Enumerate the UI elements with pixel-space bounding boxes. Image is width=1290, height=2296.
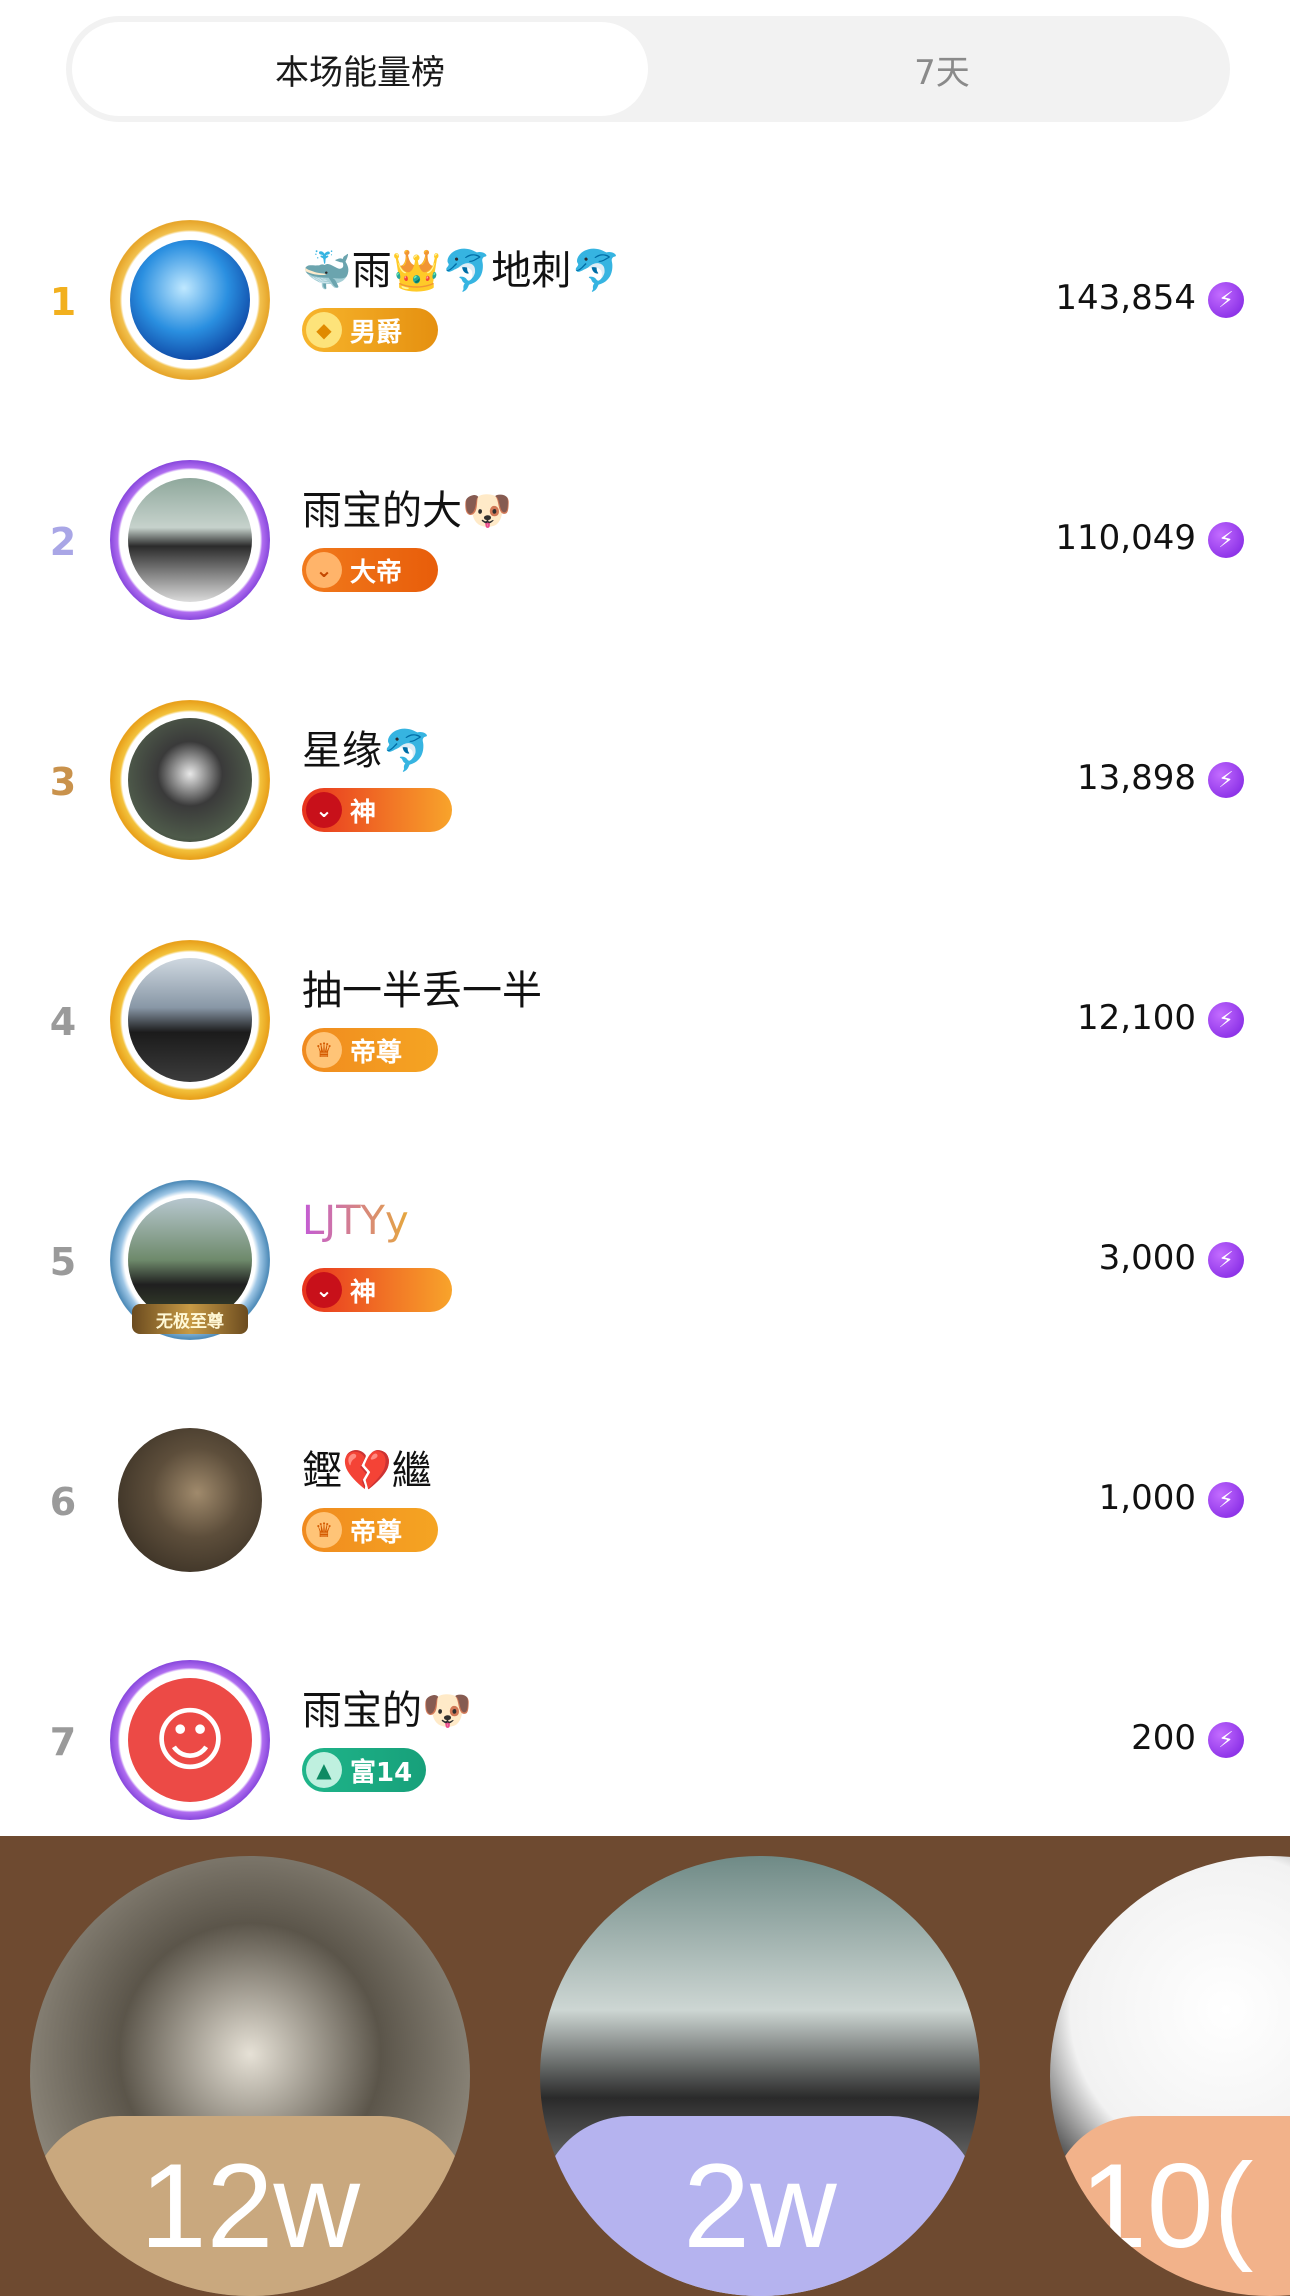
contributor-amount: 10(: [1050, 2116, 1290, 2296]
tab-7-days[interactable]: 7天: [654, 16, 1230, 122]
user-name: 雨宝的🐶: [302, 1688, 472, 1734]
rank-number: 5: [49, 1240, 77, 1284]
lightning-bolt-icon: ⚡: [1208, 1722, 1244, 1758]
avatar[interactable]: [110, 940, 270, 1100]
ranking-row[interactable]: 6 鏗💔繼 ♛ 帝尊 1,000 ⚡: [0, 1380, 1290, 1620]
lightning-bolt-icon: ⚡: [1208, 282, 1244, 318]
lightning-bolt-icon: ⚡: [1208, 762, 1244, 798]
contributor-amount: 2w: [540, 2116, 980, 2296]
level-badge-label: 神: [350, 797, 377, 828]
energy-score: 1,000: [1098, 1478, 1196, 1518]
ranking-tabs: 本场能量榜 7天: [66, 16, 1230, 122]
rank-number: 4: [49, 1000, 77, 1044]
ranking-list: 1 🐳雨👑🐬地刺🐬 ◆ 男爵 143,854 ⚡ 2 雨宝的大🐶 ⌄ 大帝 11…: [0, 180, 1290, 1836]
energy-score: 110,049: [1055, 518, 1196, 558]
lightning-bolt-icon: ⚡: [1208, 1482, 1244, 1518]
user-name: 抽一半丢一半: [302, 968, 542, 1014]
user-name: 鏗💔繼: [302, 1448, 432, 1494]
chevron-down-icon: ⌄: [306, 1272, 342, 1308]
energy-score: 13,898: [1077, 758, 1196, 798]
wink-face-icon: ☺: [128, 1678, 252, 1802]
crown-icon: ♛: [306, 1512, 342, 1548]
frame-label: 无极至尊: [132, 1304, 248, 1334]
crown-icon: ♛: [306, 1032, 342, 1068]
rank-number: 1: [49, 280, 77, 324]
ranking-row[interactable]: 1 🐳雨👑🐬地刺🐬 ◆ 男爵 143,854 ⚡: [0, 180, 1290, 420]
avatar[interactable]: ☺: [110, 1660, 270, 1820]
tab-session-energy[interactable]: 本场能量榜: [72, 22, 648, 116]
level-badge: ⌄ 大帝: [302, 548, 438, 592]
rank-number: 3: [49, 760, 77, 804]
ranking-row[interactable]: 5 无极至尊 LJTYy ⌄ 神 3,000 ⚡: [0, 1140, 1290, 1380]
lightning-bolt-icon: ⚡: [1208, 522, 1244, 558]
level-badge: ⌄ 神: [302, 788, 452, 832]
level-badge-label: 帝尊: [350, 1517, 403, 1548]
lightning-bolt-icon: ⚡: [1208, 1242, 1244, 1278]
avatar[interactable]: 无极至尊: [110, 1180, 270, 1340]
energy-score: 200: [1131, 1718, 1196, 1758]
lightning-bolt-icon: ⚡: [1208, 1002, 1244, 1038]
energy-score: 143,854: [1055, 278, 1196, 318]
user-name: LJTYy: [302, 1198, 409, 1244]
level-badge: ♛ 帝尊: [302, 1028, 438, 1072]
diamond-icon: ◆: [306, 312, 342, 348]
level-badge-label: 男爵: [350, 317, 403, 348]
avatar[interactable]: [110, 700, 270, 860]
ranking-row[interactable]: 3 星缘🐬 ⌄ 神 13,898 ⚡: [0, 660, 1290, 900]
avatar[interactable]: [110, 460, 270, 620]
user-name: 🐳雨👑🐬地刺🐬: [302, 248, 622, 294]
level-badge: ⌄ 神: [302, 1268, 452, 1312]
level-badge-label: 帝尊: [350, 1037, 403, 1068]
energy-score: 3,000: [1098, 1238, 1196, 1278]
energy-score: 12,100: [1077, 998, 1196, 1038]
level-badge-label: 富14: [350, 1757, 413, 1788]
avatar[interactable]: [110, 1420, 270, 1580]
ranking-row[interactable]: 2 雨宝的大🐶 ⌄ 大帝 110,049 ⚡: [0, 420, 1290, 660]
top-contributors-strip: 12w 2w 10(: [0, 1836, 1290, 2296]
user-name: 星缘🐬: [302, 728, 432, 774]
level-badge-label: 大帝: [350, 557, 403, 588]
level-badge-label: 神: [350, 1277, 377, 1308]
contributor-avatar[interactable]: 10(: [1050, 1856, 1290, 2296]
user-name: 雨宝的大🐶: [302, 488, 512, 534]
contributor-amount: 12w: [30, 2116, 470, 2296]
ranking-row[interactable]: 4 抽一半丢一半 ♛ 帝尊 12,100 ⚡: [0, 900, 1290, 1140]
ranking-row[interactable]: 7 ☺ 雨宝的🐶 ▲ 富14 200 ⚡: [0, 1620, 1290, 1836]
rank-number: 2: [49, 520, 77, 564]
contributor-avatar[interactable]: 2w: [540, 1856, 980, 2296]
rank-number: 7: [49, 1720, 77, 1764]
level-badge: ▲ 富14: [302, 1748, 427, 1792]
level-badge: ♛ 帝尊: [302, 1508, 438, 1552]
triangle-icon: ▲: [306, 1752, 342, 1788]
avatar[interactable]: [110, 220, 270, 380]
chevron-down-icon: ⌄: [306, 552, 342, 588]
contributor-avatar[interactable]: 12w: [30, 1856, 470, 2296]
chevron-down-icon: ⌄: [306, 792, 342, 828]
level-badge: ◆ 男爵: [302, 308, 438, 352]
rank-number: 6: [49, 1480, 77, 1524]
